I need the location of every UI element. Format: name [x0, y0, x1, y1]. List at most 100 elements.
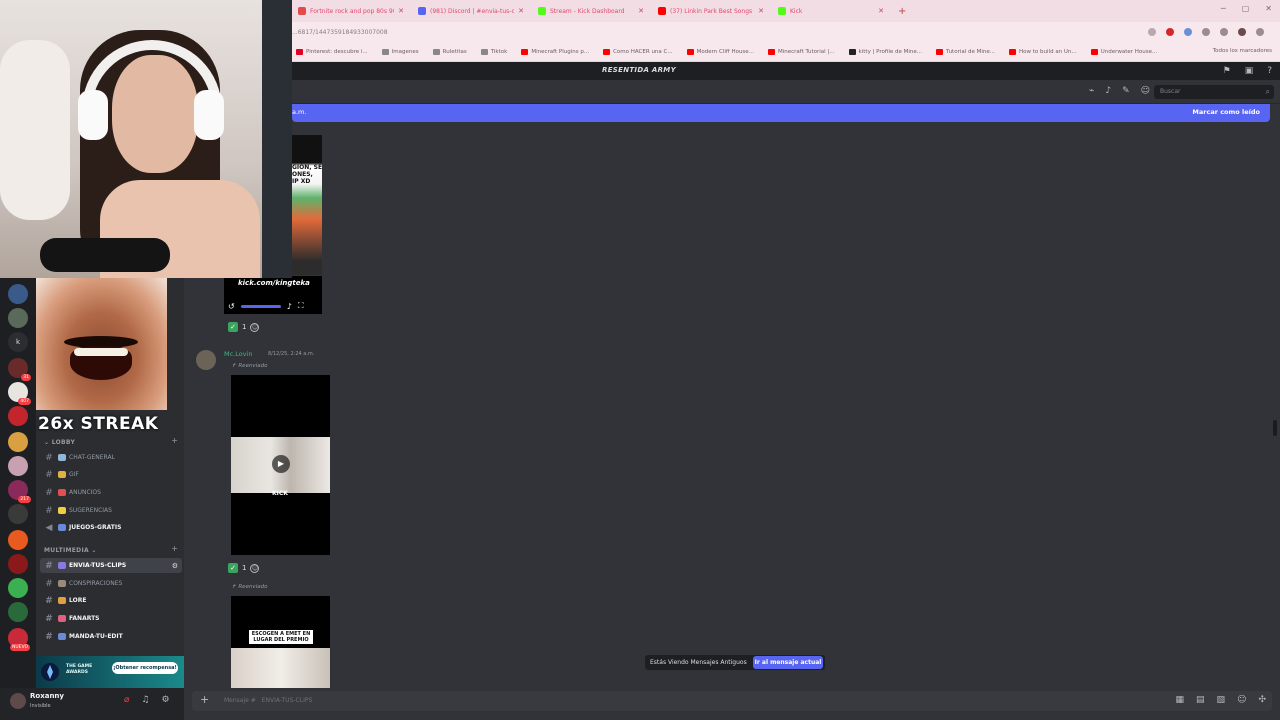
- threads-icon[interactable]: ⌁: [1089, 86, 1094, 96]
- extension-icon[interactable]: [1184, 28, 1192, 36]
- channel-gif[interactable]: # GIF: [40, 467, 182, 482]
- fullscreen-icon[interactable]: ⛶: [298, 301, 304, 311]
- bookmark[interactable]: Minecraft Plugins p...: [521, 48, 589, 55]
- minimize-icon[interactable]: ─: [1221, 4, 1226, 13]
- sticker-icon[interactable]: ▧: [1217, 695, 1226, 705]
- channel-manda-tu-edit[interactable]: # MANDA-TU-EDIT: [40, 629, 182, 644]
- close-icon[interactable]: ✕: [758, 7, 764, 15]
- profile-icon[interactable]: [1238, 28, 1246, 36]
- bookmark[interactable]: Imagenes: [381, 48, 419, 55]
- channel-lore[interactable]: # LORE: [40, 593, 182, 608]
- mic-muted-icon[interactable]: ⌀: [124, 695, 129, 705]
- bookmark[interactable]: Modern Cliff House...: [686, 48, 754, 55]
- channel-sugerencias[interactable]: # SUGERENCIAS: [40, 503, 182, 518]
- browser-tab[interactable]: Kick ✕: [772, 2, 890, 20]
- search-input[interactable]: Buscar ⌕: [1154, 85, 1274, 99]
- channel-settings-icon[interactable]: ⚙: [172, 562, 178, 570]
- bookmark[interactable]: Tutorial de Mine...: [936, 48, 995, 55]
- all-bookmarks[interactable]: Todos los marcadores: [1213, 48, 1272, 54]
- browser-tab[interactable]: Stream - Kick Dashboard ✕: [532, 2, 650, 20]
- inbox-icon[interactable]: ▣: [1245, 66, 1254, 76]
- close-window-icon[interactable]: ✕: [1265, 4, 1272, 13]
- claim-reward-button[interactable]: ¡Obtener recompensa!: [112, 662, 178, 674]
- apps-icon[interactable]: ✣: [1258, 695, 1266, 705]
- bookmark[interactable]: Minecraft Tutorial |...: [767, 48, 835, 55]
- channel-fanarts[interactable]: # FANARTS: [40, 611, 182, 626]
- emoji-icon[interactable]: ☺: [1237, 695, 1246, 705]
- pin-icon[interactable]: ✎: [1122, 86, 1130, 96]
- bookmark[interactable]: Ruletitas: [432, 48, 467, 55]
- server-icon[interactable]: [8, 456, 28, 476]
- add-reaction-icon[interactable]: ☺: [250, 563, 260, 573]
- channel-conspiraciones[interactable]: # CONSPIRACIONES: [40, 576, 182, 591]
- avatar[interactable]: [196, 350, 216, 370]
- check-reaction-icon[interactable]: ✓: [228, 563, 238, 573]
- check-reaction-icon[interactable]: ✓: [228, 322, 238, 332]
- server-icon[interactable]: 407: [8, 382, 31, 405]
- gift-icon[interactable]: ▦: [1176, 695, 1185, 705]
- server-icon[interactable]: k: [8, 332, 28, 352]
- channel-juegos-gratis[interactable]: ◀ JUEGOS-GRATIS: [40, 520, 182, 535]
- channel-anuncios[interactable]: # ANUNCIOS: [40, 485, 182, 500]
- menu-icon[interactable]: [1256, 28, 1264, 36]
- bell-icon[interactable]: ♪: [1105, 86, 1111, 96]
- add-channel-icon[interactable]: +: [171, 436, 178, 445]
- bookmark[interactable]: Underwater House...: [1090, 48, 1157, 55]
- download-icon[interactable]: [1220, 28, 1228, 36]
- channel-chat-general[interactable]: # CHAT-GENERAL: [40, 450, 182, 465]
- close-icon[interactable]: ✕: [518, 7, 524, 15]
- bookmark[interactable]: Tiktok: [480, 48, 507, 55]
- server-icon[interactable]: [8, 308, 28, 328]
- server-icon[interactable]: NUEVO: [8, 628, 30, 651]
- mark-as-read-button[interactable]: Marcar como leído: [1192, 108, 1260, 116]
- new-messages-banner[interactable]: a.m. Marcar como leído: [292, 104, 1270, 122]
- gear-icon[interactable]: ⚙: [162, 695, 170, 705]
- flag-icon[interactable]: ⚑: [1223, 66, 1231, 76]
- volume-icon[interactable]: ♪: [287, 302, 292, 311]
- puzzle-icon[interactable]: [1202, 28, 1210, 36]
- close-icon[interactable]: ✕: [638, 7, 644, 15]
- channel-envia-tus-clips[interactable]: # ENVIA-TUS-CLIPS ⚙: [40, 558, 182, 573]
- add-channel-icon[interactable]: +: [171, 544, 178, 553]
- message-author[interactable]: Mc.Lovin: [224, 350, 253, 358]
- new-tab-icon[interactable]: +: [898, 6, 906, 17]
- browser-tab[interactable]: (981) Discord | #envia-tus-clips✕: [412, 2, 530, 20]
- server-icon[interactable]: 31: [8, 358, 31, 381]
- bookmark[interactable]: Pinterest: descubre i...: [296, 48, 368, 55]
- opera-icon[interactable]: [1166, 28, 1174, 36]
- server-icon[interactable]: 217: [8, 480, 31, 503]
- maximize-icon[interactable]: ▢: [1242, 4, 1250, 13]
- bookmark[interactable]: Como HACER una C...: [603, 48, 673, 55]
- video-thumbnail[interactable]: [292, 135, 322, 275]
- bookmark[interactable]: How to build an Un...: [1009, 48, 1077, 55]
- gif-icon[interactable]: ▤: [1196, 695, 1205, 705]
- jump-to-present-button[interactable]: Ir al mensaje actual: [753, 656, 823, 669]
- headphones-icon[interactable]: ♫: [141, 695, 149, 705]
- browser-tab[interactable]: (37) Linkin Park Best Songs Pl... ✕: [652, 2, 770, 20]
- category-multimedia[interactable]: MULTIMEDIA ⌄: [44, 547, 97, 554]
- server-icon[interactable]: [8, 602, 28, 622]
- play-icon[interactable]: ▶: [272, 455, 290, 473]
- members-icon[interactable]: ☺: [1141, 86, 1150, 96]
- server-icon[interactable]: [8, 406, 28, 426]
- message-input[interactable]: [192, 691, 1272, 711]
- browser-tab[interactable]: Fortnite rock and pop 80s 90s ✕: [292, 2, 410, 20]
- category-lobby[interactable]: ⌄ LOBBY: [44, 439, 75, 446]
- progress-bar[interactable]: [240, 304, 281, 308]
- avatar[interactable]: [10, 693, 26, 709]
- bookmark[interactable]: kitty | Profile de Mine...: [848, 48, 922, 55]
- help-icon[interactable]: ?: [1267, 66, 1272, 76]
- server-icon[interactable]: [8, 504, 28, 524]
- close-icon[interactable]: ✕: [878, 7, 884, 15]
- close-icon[interactable]: ✕: [398, 7, 404, 15]
- scrollbar[interactable]: [1273, 420, 1277, 436]
- url-field[interactable]: ...6817/1447359184933007008: [292, 29, 1148, 36]
- replay-icon[interactable]: ↺: [228, 302, 235, 311]
- server-icon[interactable]: [8, 432, 28, 452]
- server-icon[interactable]: [8, 578, 28, 598]
- server-icon[interactable]: [8, 284, 28, 304]
- server-icon[interactable]: [8, 530, 28, 550]
- add-reaction-icon[interactable]: ☺: [250, 322, 260, 332]
- plus-icon[interactable]: +: [200, 693, 209, 706]
- server-icon[interactable]: [8, 554, 28, 574]
